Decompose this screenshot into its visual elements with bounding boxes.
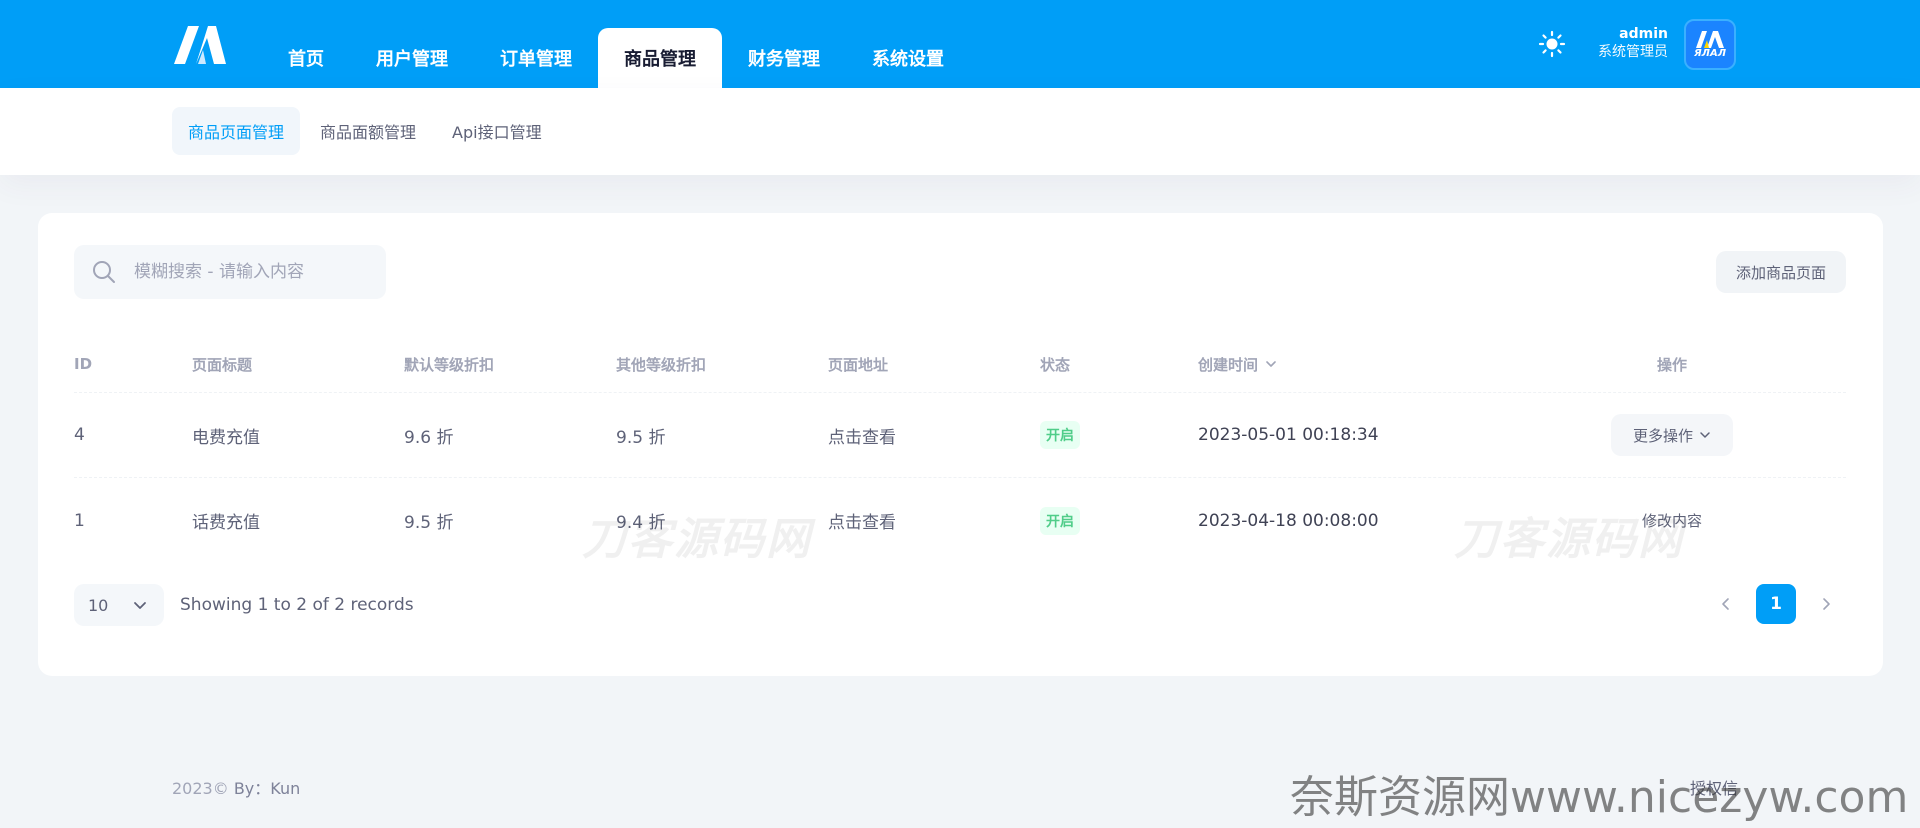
copyright-author: By：Kun xyxy=(233,779,301,798)
product-page-card: 添加商品页面 ID 页面标题 默认等级折扣 其他等级折扣 页面地址 状态 创建时… xyxy=(38,213,1883,676)
user-name: admin xyxy=(1619,26,1668,42)
search-box[interactable] xyxy=(74,245,386,299)
table-header: ID 页面标题 默认等级折扣 其他等级折扣 页面地址 状态 创建时间 操作 xyxy=(74,336,1846,393)
col-title: 页面标题 xyxy=(192,355,253,374)
col-url: 页面地址 xyxy=(828,355,889,374)
nav-users[interactable]: 用户管理 xyxy=(350,28,474,88)
avatar-text: ЯЛАЛ xyxy=(1693,47,1727,59)
copyright: 2023© By：Kun xyxy=(172,775,300,799)
cell-title: 电费充值 xyxy=(192,427,260,448)
avatar-logo-icon xyxy=(1696,30,1724,48)
product-page-table: ID 页面标题 默认等级折扣 其他等级折扣 页面地址 状态 创建时间 操作 4 … xyxy=(74,336,1846,563)
subnav-product-pages[interactable]: 商品页面管理 xyxy=(172,107,301,155)
nav-settings[interactable]: 系统设置 xyxy=(846,28,970,88)
cell-id: 4 xyxy=(74,425,85,445)
main-nav: 首页 用户管理 订单管理 商品管理 财务管理 系统设置 xyxy=(262,28,970,88)
nav-finance[interactable]: 财务管理 xyxy=(722,28,846,88)
cell-default-discount: 9.6 折 xyxy=(404,427,454,448)
subnav-api[interactable]: Api接口管理 xyxy=(436,107,558,155)
logo-icon[interactable] xyxy=(172,24,228,64)
view-page-link[interactable]: 点击查看 xyxy=(828,508,896,533)
chevron-down-icon xyxy=(1700,432,1710,438)
theme-toggle-sun-icon[interactable] xyxy=(1538,30,1566,58)
top-navbar: 首页 用户管理 订单管理 商品管理 财务管理 系统设置 admin 系统管理员 … xyxy=(0,0,1920,88)
sub-nav: 商品页面管理 商品面额管理 Api接口管理 xyxy=(172,107,558,155)
table-row: 4 电费充值 9.6 折 9.5 折 点击查看 开启 2023-05-01 00… xyxy=(74,393,1846,478)
copyright-year: 2023© xyxy=(172,779,229,798)
pagination: 1 xyxy=(1706,583,1846,625)
records-summary: Showing 1 to 2 of 2 records xyxy=(180,595,414,615)
table-row: 1 话费充值 9.5 折 9.4 折 点击查看 开启 2023-04-18 00… xyxy=(74,478,1846,563)
nav-products[interactable]: 商品管理 xyxy=(598,28,722,88)
more-actions-label: 更多操作 xyxy=(1632,426,1693,445)
user-role: 系统管理员 xyxy=(1598,44,1668,60)
table-footer: 10 Showing 1 to 2 of 2 records 1 xyxy=(74,583,1846,627)
cell-id: 1 xyxy=(74,510,85,531)
chevron-down-icon[interactable] xyxy=(1264,357,1278,371)
nav-home[interactable]: 首页 xyxy=(262,28,350,88)
cell-title: 话费充值 xyxy=(192,513,260,533)
cell-created: 2023-04-18 00:08:00 xyxy=(1198,510,1379,531)
col-created[interactable]: 创建时间 xyxy=(1198,354,1498,375)
subnav-product-denominations[interactable]: 商品面额管理 xyxy=(304,107,432,155)
cell-other-discount: 9.4 折 xyxy=(616,513,666,533)
page-size-select[interactable]: 10 xyxy=(74,584,164,626)
page-size-value: 10 xyxy=(88,595,109,615)
col-default-discount: 默认等级折扣 xyxy=(404,355,495,374)
view-page-link[interactable]: 点击查看 xyxy=(828,423,896,448)
chevron-left-icon xyxy=(1722,598,1729,610)
cell-default-discount: 9.5 折 xyxy=(404,513,454,533)
status-badge: 开启 xyxy=(1040,506,1080,535)
edit-content-link[interactable]: 修改内容 xyxy=(1642,510,1702,531)
user-info[interactable]: admin 系统管理员 xyxy=(1598,26,1668,61)
site-watermark: 奈斯资源网www.nicezyw.com xyxy=(1290,772,1909,823)
col-actions: 操作 xyxy=(1656,355,1687,374)
cell-created: 2023-05-01 00:18:34 xyxy=(1198,425,1379,445)
col-status: 状态 xyxy=(1040,355,1071,374)
sub-navbar: 商品页面管理 商品面额管理 Api接口管理 xyxy=(0,88,1920,175)
prev-page-button[interactable] xyxy=(1706,584,1746,624)
add-product-page-button[interactable]: 添加商品页面 xyxy=(1715,251,1846,293)
col-other-discount: 其他等级折扣 xyxy=(616,355,707,374)
nav-orders[interactable]: 订单管理 xyxy=(474,28,598,88)
more-actions-button[interactable]: 更多操作 xyxy=(1610,414,1733,456)
search-icon xyxy=(93,261,115,283)
col-id: ID xyxy=(74,355,93,373)
avatar[interactable]: ЯЛАЛ xyxy=(1684,19,1736,70)
cell-other-discount: 9.5 折 xyxy=(616,427,666,448)
chevron-down-icon xyxy=(134,602,146,609)
page-1-button[interactable]: 1 xyxy=(1756,584,1796,624)
next-page-button[interactable] xyxy=(1806,584,1846,624)
col-created-label: 创建时间 xyxy=(1198,355,1259,374)
status-badge: 开启 xyxy=(1040,421,1080,449)
chevron-right-icon xyxy=(1823,598,1830,610)
search-input[interactable] xyxy=(134,262,374,282)
